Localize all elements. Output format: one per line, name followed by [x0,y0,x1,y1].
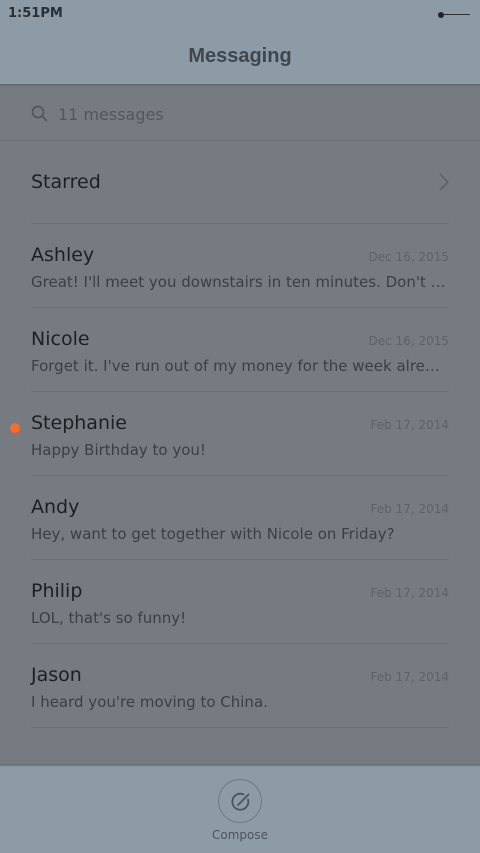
message-date: Feb 17, 2014 [370,502,450,516]
search-icon [31,105,48,122]
message-sender: Ashley [31,244,95,266]
page-title: Messaging [188,45,292,67]
message-date: Dec 16, 2015 [368,250,449,264]
search-bar[interactable] [0,87,480,141]
message-sender: Jason [31,664,82,686]
message-sender: Philip [31,580,83,602]
message-preview: Forget it. I've run out of my money for … [31,357,449,375]
message-sender: Andy [31,496,80,518]
message-row[interactable]: Stephanie Feb 17, 2014 Happy Birthday to… [10,392,450,476]
message-row[interactable]: Nicole Dec 16, 2015 Forget it. I've run … [31,308,449,392]
message-date: Feb 17, 2014 [370,670,450,684]
message-row[interactable]: Philip Feb 17, 2014 LOL, that's so funny… [31,560,449,644]
starred-label: Starred [31,171,101,193]
message-date: Dec 16, 2015 [368,334,449,348]
bottom-bar: Compose [0,767,480,853]
message-row[interactable]: Jason Feb 17, 2014 I heard you're moving… [31,644,449,728]
message-date: Feb 17, 2014 [370,586,450,600]
message-preview: LOL, that's so funny! [31,609,187,627]
compose-button[interactable] [218,779,262,823]
starred-folder[interactable]: Starred [31,140,449,224]
message-sender: Stephanie [31,412,127,434]
message-date: Feb 17, 2014 [370,418,450,432]
status-bar: 1:51PM [0,0,480,28]
message-preview: Great! I'll meet you downstairs in ten m… [31,273,449,291]
message-list-panel: Starred Ashley Dec 16, 2015 Great! I'll … [0,87,480,764]
message-preview: Hey, want to get together with Nicole on… [31,525,395,543]
message-sender: Nicole [31,328,90,350]
message-preview: I heard you're moving to China. [31,693,268,711]
status-time: 1:51PM [8,6,63,21]
message-row[interactable]: Andy Feb 17, 2014 Hey, want to get toget… [31,476,449,560]
title-bar: Messaging [0,28,480,84]
unread-indicator [10,423,20,433]
message-preview: Happy Birthday to you! [31,441,206,459]
chevron-right-icon [439,173,449,191]
message-row[interactable]: Ashley Dec 16, 2015 Great! I'll meet you… [31,224,449,308]
search-input[interactable] [58,101,438,127]
battery-icon [438,12,470,18]
compose-label: Compose [211,828,268,842]
compose-icon [231,792,250,811]
